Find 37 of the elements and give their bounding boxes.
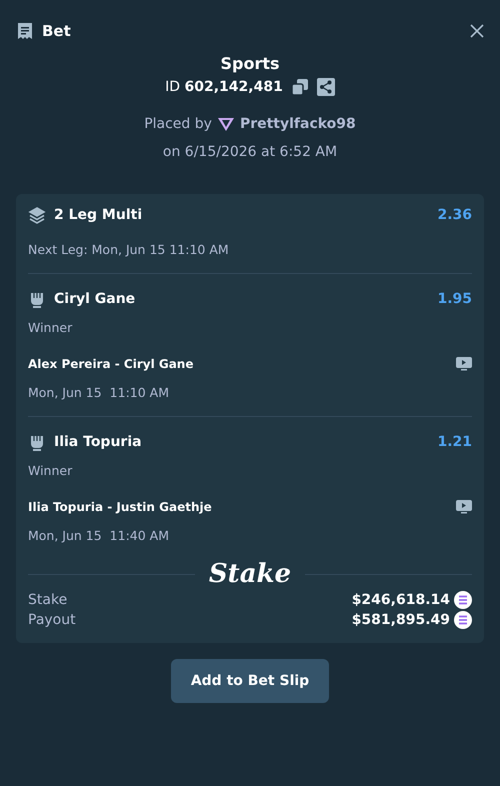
total-odds: 2.36: [437, 207, 472, 223]
bet-category: Sports: [220, 54, 280, 73]
market-name: Winner: [28, 320, 74, 335]
brand-logo: Stake: [208, 559, 292, 589]
leg-odds: 1.21: [437, 434, 472, 450]
video-icon[interactable]: [456, 357, 472, 371]
bet-id: ID 602,142,481: [165, 79, 283, 95]
market-name: Winner: [28, 463, 74, 478]
event-time: Mon, Jun 15 11:10 AM: [28, 385, 170, 400]
close-button[interactable]: [470, 24, 484, 38]
share-button[interactable]: [316, 78, 335, 96]
dialog-title: Bet: [42, 22, 71, 40]
selection-name: Ilia Topuria: [54, 434, 142, 450]
event-time: Mon, Jun 15 11:40 AM: [28, 528, 170, 543]
total-label: Stake: [28, 592, 68, 608]
event-name[interactable]: Ilia Topuria - Justin Gaethje: [28, 500, 212, 514]
add-to-bet-slip-button[interactable]: Add to Bet Slip: [170, 659, 330, 703]
total-amount: $581,895.49: [352, 612, 450, 628]
placed-by-label: Placed by: [144, 116, 212, 132]
total-label: Payout: [28, 612, 76, 628]
bet-type: 2 Leg Multi: [54, 207, 142, 223]
leg-odds: 1.95: [437, 291, 472, 307]
fist-icon: [28, 433, 46, 451]
receipt-icon: [16, 22, 34, 40]
layers-icon: [28, 206, 46, 224]
username[interactable]: Prettylfacko98: [240, 116, 356, 132]
coin-icon: [454, 611, 472, 629]
event-name[interactable]: Alex Pereira - Ciryl Gane: [28, 357, 194, 371]
copy-button[interactable]: [290, 78, 309, 96]
next-leg-time: Next Leg: Mon, Jun 15 11:10 AM: [28, 242, 230, 257]
total-amount: $246,618.14: [352, 592, 450, 608]
selection-name: Ciryl Gane: [54, 291, 136, 307]
fist-icon: [28, 290, 46, 308]
coin-icon: [454, 591, 472, 609]
vip-badge-icon: [216, 116, 235, 132]
video-icon[interactable]: [456, 500, 472, 514]
placed-date: on 6/15/2026 at 6:52 AM: [162, 144, 338, 160]
